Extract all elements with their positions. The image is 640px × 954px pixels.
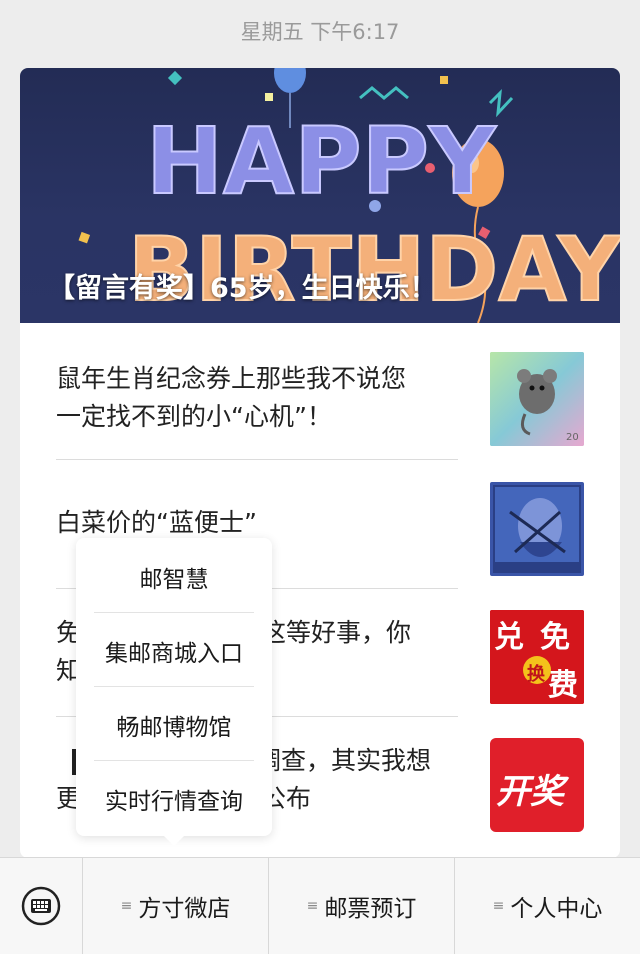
free-exchange-thumbnail: 兑 免 换 费: [490, 610, 584, 704]
article-item[interactable]: 鼠年生肖纪念券上那些我不说您 一定找不到的小“心机”！ 20: [56, 330, 584, 458]
menu-tab-personal-center[interactable]: ≡ 个人中心: [455, 858, 640, 954]
menu-tab-stamp-booking[interactable]: ≡ 邮票预订: [269, 858, 454, 954]
banner-article[interactable]: HAPPY BIRTHDAY 【留言有奖】65岁，生日快乐！: [20, 68, 620, 323]
menu-tab-shop[interactable]: ≡ 方寸微店: [83, 858, 268, 954]
blue-penny-stamp-thumbnail: [490, 482, 584, 576]
submenu-popup: 邮智慧 集邮商城入口 畅邮博物馆 实时行情查询: [76, 538, 272, 846]
mouse-stamp-thumbnail: 20: [490, 352, 584, 446]
lottery-thumbnail: 开奖: [490, 738, 584, 832]
submenu-item-quotes[interactable]: 实时行情查询: [94, 762, 254, 835]
article-title: 鼠年生肖纪念券上那些我不说您 一定找不到的小“心机”！: [56, 364, 407, 431]
banner-title: 【留言有奖】65岁，生日快乐！: [48, 273, 437, 304]
popup-arrow: [164, 836, 184, 846]
list-icon: ≡: [306, 898, 319, 914]
keyboard-toggle-button[interactable]: [0, 858, 83, 954]
chat-timestamp: 星期五 下午6:17: [240, 20, 400, 44]
list-icon: ≡: [492, 898, 505, 914]
submenu-item-mall[interactable]: 集邮商城入口: [94, 614, 254, 687]
divider: [94, 760, 254, 761]
keyboard-icon: [21, 886, 61, 926]
divider: [94, 612, 254, 613]
svg-text:20: 20: [566, 432, 579, 443]
list-icon: ≡: [120, 898, 133, 914]
svg-text:HAPPY: HAPPY: [146, 108, 497, 215]
article-title: 白菜价的“蓝便士”: [56, 508, 257, 537]
submenu-item-smart-post[interactable]: 邮智慧: [94, 540, 254, 613]
submenu-item-museum[interactable]: 畅邮博物馆: [94, 688, 254, 761]
divider: [94, 686, 254, 687]
bottom-menu-bar: ≡ 方寸微店 ≡ 邮票预订 ≡ 个人中心: [0, 857, 640, 954]
